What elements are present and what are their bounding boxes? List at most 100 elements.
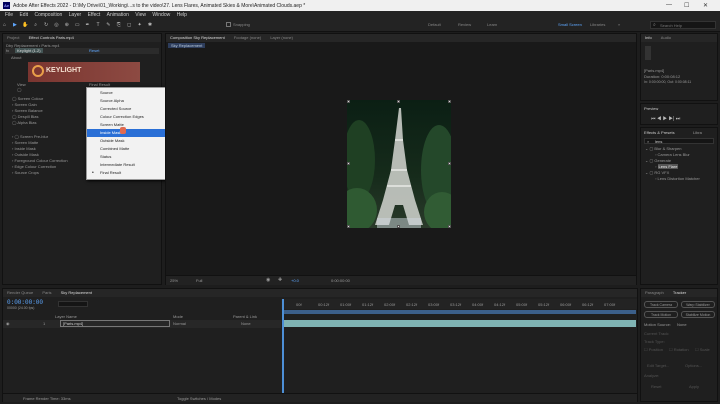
param-edge-colour-correction[interactable]: › Edge Colour Correction xyxy=(12,164,56,169)
tab-paris[interactable]: Paris xyxy=(38,289,55,297)
track-camera-button[interactable]: Track Camera xyxy=(644,301,678,308)
options-button[interactable]: Options... xyxy=(685,363,702,368)
transform-handle[interactable] xyxy=(448,100,451,103)
hand-tool-icon[interactable]: ✋ xyxy=(22,22,29,29)
dropdown-item-combined-matte[interactable]: Combined Matte xyxy=(87,145,168,153)
dropdown-item-intermediate-result[interactable]: Intermediate Result xyxy=(87,161,168,169)
effects-search-input[interactable]: ⌕ lens xyxy=(644,138,714,144)
param-screen-gain[interactable]: › Screen Gain xyxy=(12,102,37,107)
layer-name[interactable]: [Paris.mp4] xyxy=(60,320,170,327)
menu-window[interactable]: Window xyxy=(152,11,170,20)
maximize-button[interactable]: ☐ xyxy=(684,2,689,9)
timeline-timecode[interactable]: 0:00:00:00 xyxy=(7,299,43,306)
comp-breadcrumb[interactable]: Sky Replacement xyxy=(168,43,206,48)
brush-tool-icon[interactable]: ✎ xyxy=(105,22,112,29)
param-screen-colour[interactable]: ◯ Screen Colour xyxy=(12,96,43,101)
workspace-review[interactable]: Review xyxy=(458,22,471,27)
tab-project[interactable]: Project xyxy=(3,34,23,42)
zoom-select[interactable]: 25% xyxy=(170,278,178,283)
param-alpha-bias[interactable]: ◯ Alpha Bias xyxy=(12,120,37,125)
snapping-checkbox[interactable] xyxy=(226,22,231,27)
fx-icon[interactable]: fx xyxy=(6,48,9,53)
layer-mode[interactable]: Normal xyxy=(173,321,186,326)
transform-handle[interactable] xyxy=(347,225,350,228)
tab-paragraph[interactable]: Paragraph xyxy=(641,289,668,297)
minimize-button[interactable]: — xyxy=(666,2,672,8)
workspace-small-screen[interactable]: Small Screen xyxy=(558,22,582,27)
param-source-crops[interactable]: › Source Crops xyxy=(12,170,39,175)
eraser-tool-icon[interactable]: ◻ xyxy=(126,22,133,29)
layer-duration-bar[interactable] xyxy=(282,320,636,327)
exposure-value[interactable]: +0.0 xyxy=(291,278,299,283)
param-despill-bias[interactable]: ◯ Despill Bias xyxy=(12,114,39,119)
color-channel-icon[interactable]: ✚ xyxy=(278,277,282,283)
motion-source-select[interactable]: None xyxy=(677,322,687,327)
warp-stabilizer-button[interactable]: Warp Stabilizer xyxy=(681,301,715,308)
menu-help[interactable]: Help xyxy=(177,11,187,20)
tab-footage[interactable]: Footage (none) xyxy=(230,34,265,42)
dropdown-item-inside-mask[interactable]: Inside Mask xyxy=(87,129,168,137)
time-ruler[interactable]: 00f 00:12f 01:00f 01:12f 02:00f 02:12f 0… xyxy=(281,299,637,309)
dropdown-item-status[interactable]: Status xyxy=(87,153,168,161)
next-frame-icon[interactable]: ▶| xyxy=(669,116,675,122)
checkbox-rotation[interactable]: ☐ Rotation xyxy=(669,347,689,352)
param-screen-balance[interactable]: › Screen Balance xyxy=(12,108,43,113)
workspace-more-icon[interactable]: » xyxy=(618,22,620,27)
checkbox-position[interactable]: ☐ Position xyxy=(644,347,663,352)
home-icon[interactable]: ⌂ xyxy=(1,22,8,29)
reset-button[interactable]: Reset xyxy=(651,384,661,389)
param-unpremultiply-result[interactable]: ◯ xyxy=(17,87,21,92)
dropdown-item-corrected-source[interactable]: Corrected Source xyxy=(87,105,168,113)
composition-frame[interactable] xyxy=(347,100,451,228)
tab-info[interactable]: Info xyxy=(641,34,656,42)
workspace-default[interactable]: Default xyxy=(428,22,441,27)
menu-animation[interactable]: Animation xyxy=(107,11,129,20)
tab-composition[interactable]: Composition Sky Replacement xyxy=(166,34,229,42)
rotate-tool-icon[interactable]: ↻ xyxy=(43,22,50,29)
menu-composition[interactable]: Composition xyxy=(34,11,62,20)
transform-handle[interactable] xyxy=(397,100,400,103)
menu-effect[interactable]: Effect xyxy=(88,11,101,20)
dropdown-item-screen-matte[interactable]: Screen Matte xyxy=(87,121,168,129)
tab-effect-controls[interactable]: Effect Controls Paris.mp4 xyxy=(25,34,78,42)
tab-sky-replacement[interactable]: Sky Replacement xyxy=(57,289,96,297)
transform-handle[interactable] xyxy=(448,225,451,228)
category-rg-vfx[interactable]: ⌄ ▢ RG VFX xyxy=(645,170,669,175)
prev-frame-icon[interactable]: ◀ xyxy=(657,116,661,122)
effect-camera-lens-blur[interactable]: ▫ Camera Lens Blur xyxy=(655,152,690,157)
layer-parent[interactable]: None xyxy=(241,321,251,326)
roto-tool-icon[interactable]: ✦ xyxy=(136,22,143,29)
libraries-tab[interactable]: Libra xyxy=(693,130,702,135)
dropdown-item-source[interactable]: Source xyxy=(87,89,168,97)
checkbox-scale[interactable]: ☐ Scale xyxy=(695,347,710,352)
camera-icon[interactable]: ◉ xyxy=(266,277,270,283)
track-motion-button[interactable]: Track Motion xyxy=(644,311,678,318)
clone-tool-icon[interactable]: ⎘ xyxy=(115,22,122,29)
zoom-tool-icon[interactable]: ⌕ xyxy=(32,22,39,29)
category-generate[interactable]: ⌄ ▢ Generate xyxy=(645,158,671,163)
dropdown-item-final-result[interactable]: • Final Result xyxy=(87,169,168,177)
reset-link[interactable]: Reset xyxy=(89,48,99,53)
tab-audio[interactable]: Audio xyxy=(657,34,675,42)
menu-view[interactable]: View xyxy=(135,11,146,20)
transform-handle[interactable] xyxy=(347,162,350,165)
category-blur-sharpen[interactable]: ⌄ ▢ Blur & Sharpen xyxy=(645,146,682,151)
transform-handle[interactable] xyxy=(347,100,350,103)
dropdown-item-outside-mask[interactable]: Outside Mask xyxy=(87,137,168,145)
eye-icon[interactable]: ◉ xyxy=(6,321,10,326)
dropdown-item-source-alpha[interactable]: Source Alpha xyxy=(87,97,168,105)
tab-layer[interactable]: Layer (none) xyxy=(266,34,297,42)
selection-tool-icon[interactable]: ▶ xyxy=(11,22,18,29)
transform-handle[interactable] xyxy=(448,162,451,165)
dropdown-item-colour-correction-edges[interactable]: Colour Correction Edges xyxy=(87,113,168,121)
tab-tracker[interactable]: Tracker xyxy=(669,289,690,297)
pan-behind-tool-icon[interactable]: ⊕ xyxy=(63,22,70,29)
effect-row[interactable]: fx Keylight (1.2) Reset xyxy=(5,48,159,54)
last-frame-icon[interactable]: ⏭ xyxy=(676,116,681,122)
layer-row[interactable]: ◉ 1 [Paris.mp4] Normal None xyxy=(3,320,281,328)
close-button[interactable]: ✕ xyxy=(703,2,708,9)
menu-file[interactable]: File xyxy=(5,11,13,20)
camera-tool-icon[interactable]: ◎ xyxy=(53,22,60,29)
menu-edit[interactable]: Edit xyxy=(19,11,28,20)
effect-lens-distortion-matcher[interactable]: ▫ Lens Distortion Matcher xyxy=(655,176,700,181)
